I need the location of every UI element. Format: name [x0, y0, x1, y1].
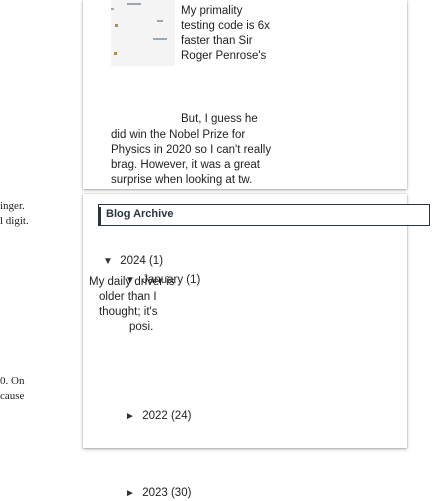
archive-year-label[interactable]: 2024 (1) — [120, 255, 163, 267]
thumb-mark — [153, 38, 167, 40]
post-line: But, I guess he — [181, 113, 258, 125]
post-snippet-top[interactable]: My primality testing code is 6x faster t… — [181, 4, 401, 64]
post-snippet-body[interactable]: did win the Nobel Prize for Physics in 2… — [111, 128, 401, 188]
post-line: brag. However, it was a great — [111, 159, 260, 171]
archive-year-2022[interactable]: ► 2022 (24) — [125, 409, 191, 424]
left-column-fragments: inger. l digit. 0. On cause — [0, 0, 78, 448]
text-fragment: inger. — [0, 200, 25, 212]
archive-post-link[interactable]: My daily driver is older than I thought;… — [89, 275, 199, 335]
text-fragment: l digit. — [0, 215, 29, 227]
thumb-mark — [111, 8, 114, 10]
thumb-mark — [114, 52, 117, 55]
post-line: My primality — [181, 5, 243, 17]
archive-year-2024[interactable]: ▼ 2024 (1) — [103, 254, 163, 269]
archive-header: Blog Archive — [98, 204, 430, 226]
collapse-toggle-icon[interactable]: ▼ — [103, 255, 117, 269]
post-line: surprise when looking at tw. — [111, 174, 253, 186]
post-link-line[interactable]: My daily driver is — [89, 275, 199, 290]
archive-title: Blog Archive — [106, 208, 174, 220]
post-line: Physics in 2020 so I can't really — [111, 144, 272, 156]
post-link-line[interactable]: thought; it's — [99, 305, 199, 320]
thumb-mark — [157, 20, 163, 22]
post-thumbnail[interactable] — [111, 0, 175, 66]
thumb-mark — [115, 24, 118, 27]
popular-post-card: My primality testing code is 6x faster t… — [83, 0, 407, 189]
expand-toggle-icon[interactable]: ► — [125, 487, 139, 501]
archive-year-2023[interactable]: ► 2023 (30) — [125, 486, 191, 501]
post-link-line[interactable]: posi. — [129, 320, 199, 335]
archive-year-label[interactable]: 2023 (30) — [142, 487, 191, 499]
post-link-line[interactable]: older than I — [99, 290, 199, 305]
post-line: testing code is 6x — [181, 20, 270, 32]
thumb-mark — [127, 3, 141, 5]
archive-year-label[interactable]: 2022 (24) — [142, 410, 191, 422]
expand-toggle-icon[interactable]: ► — [125, 410, 139, 424]
text-fragment: 0. On — [0, 375, 25, 387]
post-line: faster than Sir — [181, 35, 253, 47]
post-line: did win the Nobel Prize for — [111, 129, 246, 141]
text-fragment: cause — [0, 390, 25, 402]
post-line: Roger Penrose's — [181, 50, 267, 62]
